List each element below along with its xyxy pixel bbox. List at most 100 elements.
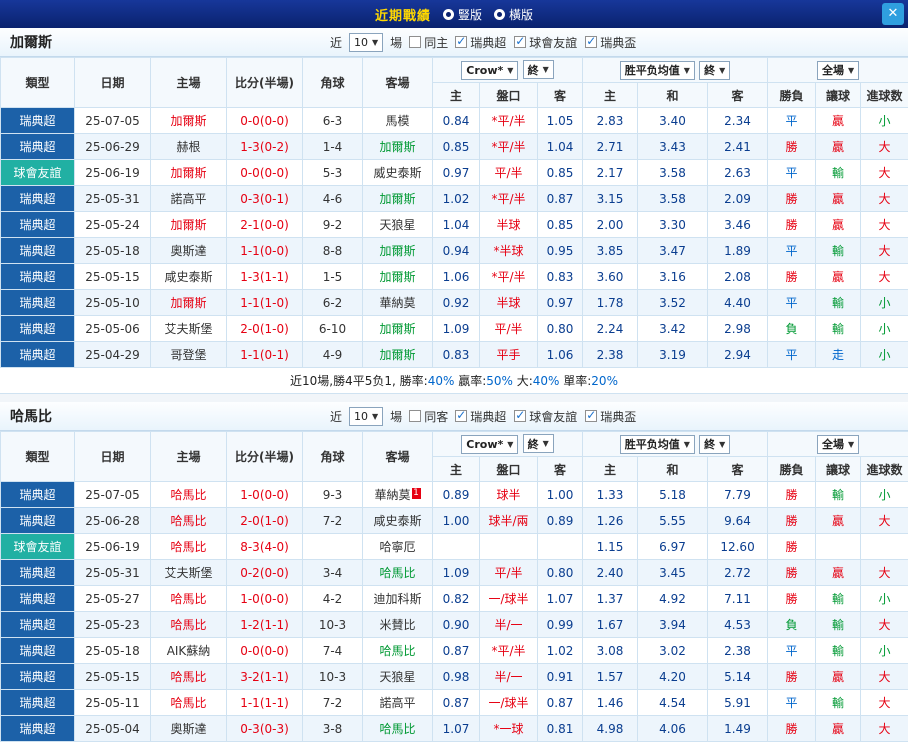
eu-home-odds: 2.40 <box>582 559 639 586</box>
away-team: 加爾斯 <box>362 237 433 264</box>
layout-option-vertical[interactable]: 豎版 <box>442 6 482 23</box>
col-type: 類型 <box>0 57 75 108</box>
league-checkbox-icon[interactable] <box>585 35 598 48</box>
col-eu-away: 客 <box>707 82 769 108</box>
final-odds-select[interactable]: 終 ▼ <box>699 434 731 454</box>
home-team: 哈馬比 <box>150 533 227 560</box>
eu-away-odds: 5.91 <box>707 689 769 716</box>
home-team: 奧斯達 <box>150 715 227 742</box>
league-type: 瑞典超 <box>0 107 75 134</box>
same-venue-filter[interactable]: 同客 <box>409 408 448 425</box>
team-record-section: 加爾斯 近 10▼ 場 同主 瑞典超球會友誼瑞典盃 類型 日期 主場 比分(半場… <box>0 28 908 394</box>
col-score: 比分(半場) <box>226 431 303 482</box>
scope-select[interactable]: 全場 ▼ <box>816 60 860 80</box>
same-venue-filter[interactable]: 同主 <box>409 34 448 51</box>
league-filter[interactable]: 瑞典超 <box>455 34 506 51</box>
handicap-result: 輸 <box>815 585 862 612</box>
goals-result: 大 <box>860 237 908 264</box>
league-type: 瑞典超 <box>0 315 75 342</box>
away-team: 加爾斯 <box>362 133 433 160</box>
ah-home-odds: 1.09 <box>432 315 480 342</box>
home-team: 加爾斯 <box>150 289 227 316</box>
eu-draw-odds: 3.58 <box>637 185 709 212</box>
chevron-down-icon: ▼ <box>847 439 855 449</box>
match-row: 瑞典超 25-07-05 哈馬比 1-0(0-0) 9-3 華納莫 1 0.89 球半 1.00 1… <box>0 481 908 508</box>
league-label[interactable]: 球會友誼 <box>529 408 577 425</box>
bookmaker-select[interactable]: Crow* ▼ <box>461 60 519 80</box>
match-score: 1-0(0-0) <box>226 481 303 508</box>
match-date: 25-05-10 <box>74 289 151 316</box>
eu-draw-odds: 4.06 <box>637 715 709 742</box>
same-venue-label[interactable]: 同主 <box>424 34 448 51</box>
match-row: 瑞典超 25-05-04 奧斯達 0-3(0-3) 3-8 哈馬比 1.07 *一球 0.81 4… <box>0 715 908 742</box>
corner-score: 3-4 <box>302 559 363 586</box>
radio-icon[interactable] <box>494 8 505 20</box>
match-date: 25-05-31 <box>74 559 151 586</box>
league-checkbox-icon[interactable] <box>585 409 598 422</box>
goals-result: 大 <box>860 263 908 290</box>
goals-result: 大 <box>860 133 908 160</box>
match-count-select[interactable]: 10 ▼ <box>349 406 384 426</box>
corner-score: 7-4 <box>302 637 363 664</box>
league-label[interactable]: 瑞典超 <box>470 408 506 425</box>
league-checkbox-icon[interactable] <box>455 35 468 48</box>
corner-score: 3-8 <box>302 715 363 742</box>
match-date: 25-05-04 <box>74 715 151 742</box>
league-filter[interactable]: 瑞典盃 <box>585 408 636 425</box>
eu-away-odds: 2.41 <box>707 133 769 160</box>
league-checkbox-icon[interactable] <box>514 35 527 48</box>
average-odds-select[interactable]: 胜平负均值 ▼ <box>619 60 695 80</box>
layout-option-horizontal[interactable]: 橫版 <box>494 6 533 23</box>
summary-prefix: 近10場,勝4平5负1, <box>290 374 396 388</box>
league-filter[interactable]: 瑞典盃 <box>585 34 636 51</box>
eu-home-odds: 2.83 <box>582 107 639 134</box>
league-filter[interactable]: 瑞典超 <box>455 408 506 425</box>
final-odds-select[interactable]: 終 ▼ <box>699 60 731 80</box>
match-score: 0-0(0-0) <box>226 107 303 134</box>
scope-select[interactable]: 全場 ▼ <box>816 434 860 454</box>
same-venue-label[interactable]: 同客 <box>424 408 448 425</box>
layout-option-label[interactable]: 豎版 <box>458 6 482 23</box>
match-date: 25-06-28 <box>74 507 151 534</box>
layout-option-label[interactable]: 橫版 <box>509 6 533 23</box>
corner-score: 5-3 <box>302 159 363 186</box>
eu-away-odds: 2.38 <box>707 637 769 664</box>
match-count-select[interactable]: 10 ▼ <box>349 32 384 52</box>
average-odds-select[interactable]: 胜平负均值 ▼ <box>619 434 695 454</box>
col-eu-away: 客 <box>707 456 769 482</box>
ah-home-odds: 0.89 <box>432 481 480 508</box>
league-label[interactable]: 瑞典超 <box>470 34 506 51</box>
home-team: 哈馬比 <box>150 481 227 508</box>
col-ah-away: 客 <box>536 456 584 482</box>
corner-score <box>302 533 363 560</box>
league-label[interactable]: 球會友誼 <box>529 34 577 51</box>
league-label[interactable]: 瑞典盃 <box>600 408 636 425</box>
league-filter[interactable]: 球會友誼 <box>514 408 577 425</box>
ah-away-odds: 0.87 <box>536 185 584 212</box>
close-icon[interactable]: ✕ <box>882 3 904 25</box>
league-checkbox-icon[interactable] <box>514 409 527 422</box>
checkbox-icon[interactable] <box>409 36 422 48</box>
league-label[interactable]: 瑞典盃 <box>600 34 636 51</box>
final-odds-select[interactable]: 終 ▼ <box>522 434 554 454</box>
eu-away-odds: 7.79 <box>707 481 769 508</box>
away-team: 米賛比 <box>362 611 433 638</box>
radio-icon[interactable] <box>442 8 454 20</box>
match-date: 25-05-18 <box>74 237 151 264</box>
eu-away-odds: 12.60 <box>707 533 769 560</box>
final-odds-select[interactable]: 終 ▼ <box>522 60 554 80</box>
result: 勝 <box>767 263 817 290</box>
eu-away-odds: 5.14 <box>707 663 769 690</box>
league-checkbox-icon[interactable] <box>455 409 468 422</box>
handicap-result: 贏 <box>815 507 862 534</box>
checkbox-icon[interactable] <box>409 410 422 422</box>
matches-tbody: 瑞典超 25-07-05 哈馬比 1-0(0-0) 9-3 華納莫 1 0.89 球半 1.00 1… <box>0 481 908 742</box>
matches-table: 類型 日期 主場 比分(半場) 角球 客場 Crow* ▼ 終 ▼ 胜平负均值 ▼ 終… <box>0 57 908 368</box>
league-filter[interactable]: 球會友誼 <box>514 34 577 51</box>
home-team: 哈馬比 <box>150 663 227 690</box>
bookmaker-select[interactable]: Crow* ▼ <box>461 434 519 454</box>
match-score: 1-3(1-1) <box>226 263 303 290</box>
ah-home-odds: 1.07 <box>432 715 480 742</box>
ah-line: 平/半 <box>479 159 538 186</box>
home-team: 艾夫斯堡 <box>150 559 227 586</box>
